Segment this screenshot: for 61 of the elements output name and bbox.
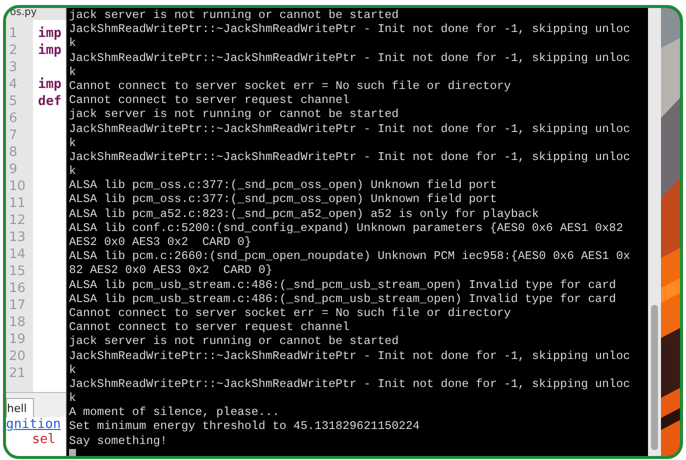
line-number: 19 [9,332,26,347]
terminal-line: 82 AES2 0x0 AES3 0x2 CARD 0} [69,263,272,278]
shell-tab[interactable]: hell [6,398,34,417]
line-number: 21 [9,366,26,381]
line-number: 16 [9,281,26,296]
terminal-line: ALSA lib pcm_oss.c:377:(_snd_pcm_oss_open) Unknown field port [69,178,497,192]
line-number: 5 [9,94,18,109]
line-number: 6 [9,111,18,126]
terminal-line: ALSA lib pcm_a52.c:823:(_snd_pcm_a52_open) a52 is only for playback [69,206,539,221]
terminal-line: jack server is not running or cannot be started [69,8,399,22]
line-number: 14 [9,247,26,262]
scrollbar[interactable] [648,8,661,456]
line-number: 17 [9,298,26,313]
terminal-line: JackShmReadWritePtr::~JackShmReadWritePtr - Init not done for -1, skipping unloc [69,150,630,164]
line-number: 15 [9,264,26,279]
terminal-line: JackShmReadWritePtr::~JackShmReadWritePtr - Init not done for -1, skipping unloc [69,50,630,65]
terminal-line: ALSA lib pcm_usb_stream.c:486:(_snd_pcm_usb_stream_open) Invalid type for card [69,278,616,292]
terminal-line: AES2 0x0 AES3 0x2 CARD 0} [69,235,252,249]
terminal-line: Cannot connect to server socket err = No such file or directory [69,306,511,320]
terminal-line: k [69,362,76,377]
code-text: imp [38,43,62,58]
terminal-line: A moment of silence, please... [69,405,280,420]
code-text: imp [38,26,62,41]
line-number: 3 [9,60,18,75]
line-number: 13 [9,230,26,245]
terminal-line: k [69,64,76,79]
shell-text: sel [32,432,56,447]
line-number: 11 [9,196,26,211]
terminal-line: jack server is not running or cannot be started [69,334,399,348]
code-text: def [38,94,62,109]
terminal-line: Set minimum energy threshold to 45.131829621150224 [69,419,420,434]
terminal-line: k [69,164,76,178]
line-number: 10 [9,179,26,194]
line-number: 7 [9,128,18,143]
line-number: 8 [9,145,18,160]
terminal-line: k [69,136,76,150]
line-number: 1 [9,26,18,41]
terminal-line: Cannot connect to server socket err = No such file or directory [69,78,511,93]
line-number: 18 [9,315,26,330]
terminal-line: Cannot connect to server request channel [69,320,350,334]
terminal-line: JackShmReadWritePtr::~JackShmReadWritePtr - Init not done for -1, skipping unloc [69,22,630,36]
terminal-line: JackShmReadWritePtr::~JackShmReadWritePtr - Init not done for -1, skipping unloc [69,348,630,362]
file-tab[interactable]: os.py [6,8,66,20]
terminal-line: Say something! [69,434,168,448]
terminal-line: k [69,391,76,406]
terminal-line: jack server is not running or cannot be started [69,107,399,122]
terminal-line: ALSA lib pcm_oss.c:377:(_snd_pcm_oss_open) Unknown field port [69,192,497,206]
terminal-line: ALSA lib pcm.c:2660:(snd_pcm_open_noupdate) Unknown PCM iec958:{AES0 0x6 AES1 0x [69,249,630,264]
terminal-line: JackShmReadWritePtr::~JackShmReadWritePtr - Init not done for -1, skipping unloc [69,122,630,136]
line-number: 20 [9,349,26,364]
terminal-line: k [69,36,76,50]
line-number: 2 [9,43,18,58]
line-number: 4 [9,77,18,92]
shell-link[interactable]: gnition [6,417,61,432]
terminal-line: ALSA lib conf.c:5200:(snd_config_expand) Unknown parameters {AES0 0x6 AES1 0x82 [69,220,624,235]
line-number: 12 [9,213,26,228]
terminal-line: ALSA lib pcm_usb_stream.c:486:(_snd_pcm_usb_stream_open) Invalid type for card [69,292,616,306]
code-text: imp [38,77,62,92]
line-number: 9 [9,162,18,177]
terminal-line: JackShmReadWritePtr::~JackShmReadWritePtr - Init not done for -1, skipping unloc [69,376,630,391]
terminal-line: Cannot connect to server request channel [69,93,350,108]
